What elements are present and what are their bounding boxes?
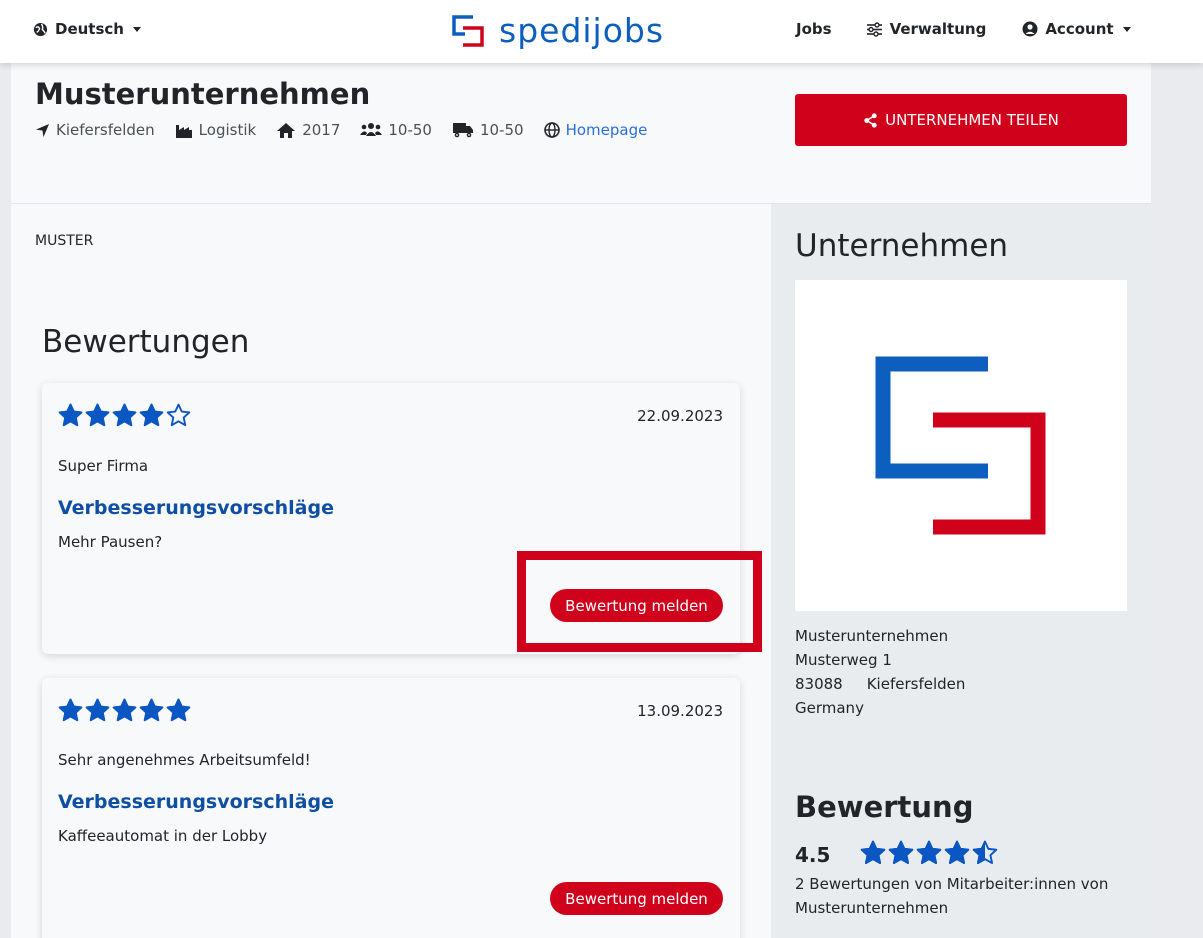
star-filled-icon [916, 840, 942, 870]
company-logo-icon [875, 356, 1046, 535]
account-label: Account [1045, 20, 1114, 38]
star-empty-icon [166, 403, 191, 432]
meta-founded: 2017 [276, 121, 340, 139]
company-meta: Kiefersfelden Logistik 2017 10-50 10-50 … [35, 121, 667, 139]
main-container: Musterunternehmen Kiefersfelden Logistik… [11, 63, 1151, 938]
meta-industry-label: Logistik [198, 121, 257, 139]
star-filled-icon [139, 403, 164, 432]
meta-employees-label: 10-50 [388, 121, 432, 139]
review-stars [58, 698, 191, 727]
address-zip: 83088 [795, 675, 843, 693]
company-sidebar: Unternehmen Musterunternehmen Musterweg … [771, 204, 1151, 938]
meta-employees: 10-50 [360, 121, 432, 139]
star-half-icon [972, 840, 998, 870]
review-sub-text: Mehr Pausen? [58, 533, 163, 551]
logo-text: spedijobs [499, 11, 665, 50]
meta-location: Kiefersfelden [35, 121, 155, 139]
review-text: Super Firma [58, 457, 149, 475]
star-filled-icon [166, 698, 191, 727]
meta-vehicles-label: 10-50 [479, 121, 524, 139]
nav-jobs[interactable]: Jobs [796, 20, 832, 38]
meta-industry: Logistik [175, 121, 257, 139]
location-arrow-icon [35, 123, 50, 137]
share-icon [864, 112, 877, 128]
spedijobs-logo[interactable]: spedijobs [451, 11, 664, 50]
chevron-down-icon [1122, 26, 1131, 32]
address-city: Kiefersfelden [866, 675, 966, 693]
rating-value: 4.5 [795, 843, 831, 867]
rating-count: 2 Bewertungen von Mitarbeiter:innen von … [795, 875, 1109, 917]
meta-founded-label: 2017 [302, 121, 341, 139]
company-title: Musterunternehmen [35, 77, 371, 111]
rating-stars [860, 840, 998, 870]
nav-verwaltung-label: Verwaltung [889, 20, 987, 38]
meta-vehicles: 10-50 [452, 121, 524, 139]
review-sub-heading: Verbesserungsvorschläge [58, 497, 334, 519]
globe-icon [543, 122, 560, 138]
company-logo [795, 280, 1127, 611]
sidebar-heading: Unternehmen [795, 228, 1009, 264]
language-dropdown[interactable]: Deutsch [33, 20, 141, 38]
star-filled-icon [58, 403, 83, 432]
company-header: Musterunternehmen Kiefersfelden Logistik… [11, 63, 1151, 204]
star-filled-icon [112, 698, 137, 727]
nav-jobs-label: Jobs [796, 20, 832, 38]
report-review-button[interactable]: Bewertung melden [550, 882, 723, 915]
address-country: Germany [795, 699, 864, 717]
home-icon [277, 122, 296, 138]
navbar: Deutsch spedijobs Jobs Verwaltung Accoun… [0, 0, 1203, 63]
homepage-link[interactable]: Homepage [566, 121, 648, 139]
star-filled-icon [944, 840, 970, 870]
rating-heading: Bewertung [795, 790, 974, 824]
review-text: Sehr angenehmes Arbeitsumfeld! [58, 751, 311, 769]
share-company-label: UNTERNEHMEN TEILEN [885, 111, 1059, 129]
user-circle-icon [1022, 21, 1038, 37]
truck-icon [452, 123, 473, 138]
star-filled-icon [139, 698, 164, 727]
review-sub-text: Kaffeeautomat in der Lobby [58, 827, 268, 845]
star-filled-icon [58, 698, 83, 727]
star-filled-icon [85, 403, 110, 432]
address-name: Musterunternehmen [795, 627, 949, 645]
chevron-down-icon [132, 26, 141, 32]
nav-verwaltung[interactable]: Verwaltung [866, 20, 987, 38]
users-icon [360, 123, 383, 136]
company-description: MUSTER [35, 233, 94, 249]
address-street: Musterweg 1 [795, 651, 892, 669]
company-address: Musterunternehmen Musterweg 1 83088 Kief… [795, 624, 965, 720]
meta-homepage[interactable]: Homepage [543, 121, 648, 139]
star-filled-icon [112, 403, 137, 432]
review-sub-heading: Verbesserungsvorschläge [58, 791, 334, 813]
meta-location-label: Kiefersfelden [56, 121, 155, 139]
review-date: 13.09.2023 [637, 702, 723, 720]
star-filled-icon [85, 698, 110, 727]
globe-icon [33, 22, 48, 36]
review-stars [58, 403, 191, 432]
star-filled-icon [860, 840, 886, 870]
highlight-box [517, 551, 762, 652]
star-filled-icon [888, 840, 914, 870]
factory-icon [175, 124, 192, 138]
spedijobs-logo-icon [452, 14, 484, 47]
reviews-heading: Bewertungen [42, 324, 250, 360]
review-date: 22.09.2023 [637, 407, 723, 425]
language-label: Deutsch [55, 20, 124, 38]
review-card: 13.09.2023 Sehr angenehmes Arbeitsumfeld… [42, 678, 740, 938]
share-company-button[interactable]: UNTERNEHMEN TEILEN [795, 94, 1127, 146]
account-dropdown[interactable]: Account [1022, 20, 1131, 38]
rating-summary: 4.5 [795, 840, 998, 870]
sliders-icon [866, 21, 882, 37]
